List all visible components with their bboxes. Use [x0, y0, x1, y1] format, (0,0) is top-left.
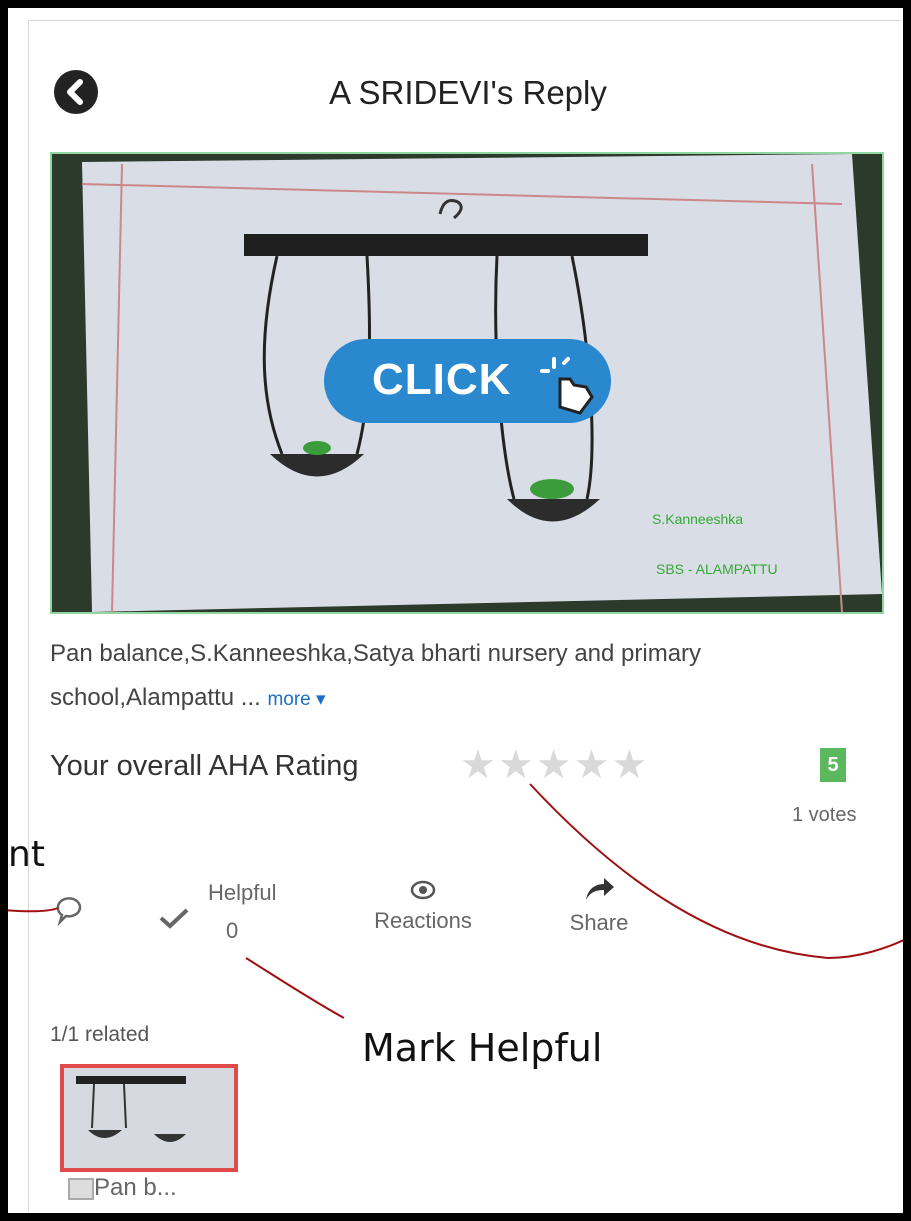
star-icon[interactable]: ★ — [536, 743, 574, 787]
comment-icon — [56, 897, 82, 927]
annotation-mark-helpful: Mark Helpful — [362, 1026, 603, 1070]
reply-panel: A SRIDEVI's Reply S.Kanneeshka SBS - ALA… — [8, 8, 903, 1213]
description-text: Pan balance,S.Kanneeshka,Satya bharti nu… — [50, 640, 702, 711]
share-button[interactable]: Share — [554, 874, 644, 936]
check-icon — [159, 908, 189, 929]
helpful-count: 0 — [226, 918, 239, 943]
eye-icon — [410, 880, 436, 900]
thumbnail-image — [64, 1068, 234, 1168]
star-icon[interactable]: ★ — [460, 743, 498, 787]
score-badge: 5 — [820, 748, 846, 782]
reactions-label: Reactions — [374, 908, 472, 933]
back-button[interactable] — [54, 70, 98, 114]
chevron-left-icon — [67, 79, 83, 105]
rating-stars: ★★★★★ — [460, 742, 649, 788]
share-arrow-icon — [586, 878, 614, 900]
click-overlay-button[interactable]: CLICK — [324, 339, 611, 423]
image-icon — [68, 1178, 94, 1200]
related-caption: Pan b... — [94, 1174, 177, 1201]
related-count: 1/1 related — [50, 1023, 150, 1046]
helpful-label: Helpful — [208, 880, 277, 905]
share-label: Share — [569, 910, 629, 935]
reactions-button[interactable]: Reactions — [358, 878, 488, 934]
svg-text:SBS - ALAMPATTU: SBS - ALAMPATTU — [656, 561, 778, 577]
star-icon[interactable]: ★ — [498, 743, 536, 787]
rating-label: Your overall AHA Rating — [50, 750, 359, 782]
vote-count: 1 votes — [792, 804, 857, 826]
star-icon[interactable]: ★ — [574, 743, 612, 787]
annotation-comment-label: nt — [8, 834, 45, 875]
click-label: CLICK — [372, 355, 512, 404]
post-image[interactable]: S.Kanneeshka SBS - ALAMPATTU CLICK — [50, 152, 884, 614]
star-icon[interactable]: ★ — [611, 743, 649, 787]
comment-button[interactable] — [54, 896, 84, 927]
svg-text:S.Kanneeshka: S.Kanneeshka — [652, 511, 743, 527]
more-link[interactable]: more ▾ — [267, 689, 325, 710]
helpful-button[interactable] — [154, 904, 194, 934]
post-description: Pan balance,S.Kanneeshka,Satya bharti nu… — [50, 632, 850, 722]
related-thumbnail[interactable] — [60, 1064, 238, 1172]
hand-pointer-icon — [540, 357, 594, 415]
page-title: A SRIDEVI's Reply — [329, 74, 607, 111]
